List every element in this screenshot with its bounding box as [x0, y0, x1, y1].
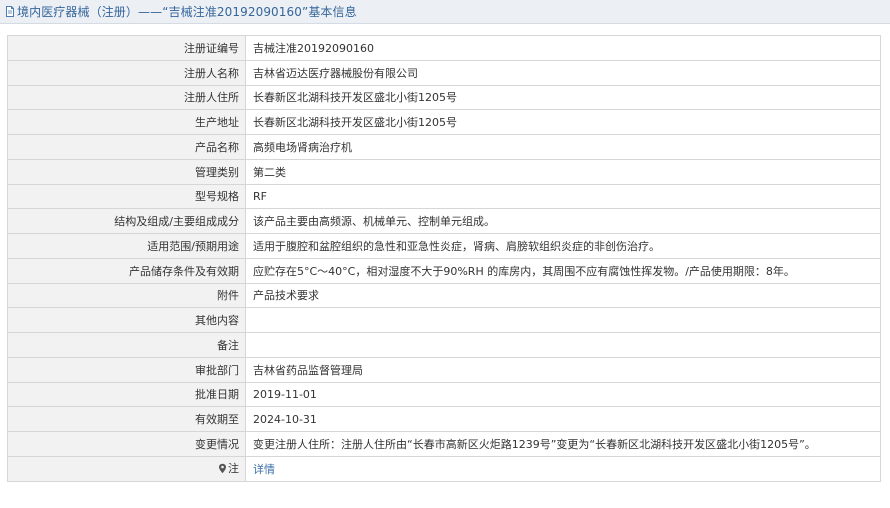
field-value: 第二类 [245, 158, 881, 185]
field-value [245, 307, 881, 333]
table-row: 注册证编号 吉械注准20192090160 [7, 35, 881, 61]
field-value: 长春新区北湖科技开发区盛北小街1205号 [245, 109, 881, 135]
note-value-cell: 详情 [245, 455, 881, 482]
table-row: 批准日期 2019-11-01 [7, 381, 881, 408]
page-header: 境内医疗器械（注册）——“吉械注准20192090160”基本信息 [0, 0, 890, 24]
table-row: 附件 产品技术要求 [7, 282, 881, 309]
note-label: 注 [218, 460, 239, 476]
field-label: 产品储存条件及有效期 [7, 257, 246, 284]
field-value: 长春新区北湖科技开发区盛北小街1205号 [245, 84, 881, 111]
note-row: 注 详情 [7, 455, 881, 482]
field-label: 有效期至 [7, 406, 246, 432]
field-label: 批准日期 [7, 381, 246, 408]
field-value: 高频电场肾病治疗机 [245, 134, 881, 160]
field-label: 注册人住所 [7, 84, 246, 111]
field-label: 产品名称 [7, 134, 246, 160]
field-label: 审批部门 [7, 356, 246, 383]
field-label: 结构及组成/主要组成成分 [7, 208, 246, 234]
field-label: 注册证编号 [7, 35, 246, 61]
table-row: 产品储存条件及有效期 应贮存在5°C～40°C，相对湿度不大于90%RH 的库房… [7, 257, 881, 284]
table-row: 型号规格 RF [7, 183, 881, 210]
field-label: 注册人名称 [7, 59, 246, 86]
table-row: 有效期至 2024-10-31 [7, 406, 881, 432]
field-label: 管理类别 [7, 158, 246, 185]
field-value: 2024-10-31 [245, 406, 881, 432]
field-value: 适用于腹腔和盆腔组织的急性和亚急性炎症，肾病、肩膀软组织炎症的非创伤治疗。 [245, 233, 881, 259]
details-link[interactable]: 详情 [253, 463, 275, 476]
field-label: 备注 [7, 332, 246, 358]
field-value: 应贮存在5°C～40°C，相对湿度不大于90%RH 的库房内，其周围不应有腐蚀性… [245, 257, 881, 284]
field-value: 产品技术要求 [245, 282, 881, 309]
field-label: 型号规格 [7, 183, 246, 210]
table-row: 审批部门 吉林省药品监督管理局 [7, 356, 881, 383]
detail-table: 注册证编号 吉械注准20192090160 注册人名称 吉林省迈达医疗器械股份有… [7, 35, 881, 482]
field-value: 变更注册人住所：注册人住所由“长春市高新区火炬路1239号”变更为“长春新区北湖… [245, 431, 881, 457]
table-row: 注册人名称 吉林省迈达医疗器械股份有限公司 [7, 59, 881, 86]
field-value [245, 332, 881, 358]
page-title: 境内医疗器械（注册）——“吉械注准20192090160”基本信息 [17, 5, 357, 19]
table-row: 管理类别 第二类 [7, 158, 881, 185]
field-label: 变更情况 [7, 431, 246, 457]
field-label: 其他内容 [7, 307, 246, 333]
field-value: 该产品主要由高频源、机械单元、控制单元组成。 [245, 208, 881, 234]
table-row: 注册人住所 长春新区北湖科技开发区盛北小街1205号 [7, 84, 881, 111]
table-row: 变更情况 变更注册人住所：注册人住所由“长春市高新区火炬路1239号”变更为“长… [7, 431, 881, 457]
table-row: 结构及组成/主要组成成分 该产品主要由高频源、机械单元、控制单元组成。 [7, 208, 881, 234]
field-value: RF [245, 183, 881, 210]
table-row: 生产地址 长春新区北湖科技开发区盛北小街1205号 [7, 109, 881, 135]
document-icon [5, 6, 15, 17]
field-value: 吉林省迈达医疗器械股份有限公司 [245, 59, 881, 86]
table-row: 适用范围/预期用途 适用于腹腔和盆腔组织的急性和亚急性炎症，肾病、肩膀软组织炎症… [7, 233, 881, 259]
field-label: 适用范围/预期用途 [7, 233, 246, 259]
table-row: 其他内容 [7, 307, 881, 333]
note-label-text: 注 [228, 462, 239, 476]
pin-icon [218, 463, 227, 474]
field-value: 吉林省药品监督管理局 [245, 356, 881, 383]
field-value: 2019-11-01 [245, 381, 881, 408]
field-label: 生产地址 [7, 109, 246, 135]
table-row: 备注 [7, 332, 881, 358]
field-value: 吉械注准20192090160 [245, 35, 881, 61]
field-label: 附件 [7, 282, 246, 309]
note-label-cell: 注 [7, 455, 246, 482]
table-row: 产品名称 高频电场肾病治疗机 [7, 134, 881, 160]
